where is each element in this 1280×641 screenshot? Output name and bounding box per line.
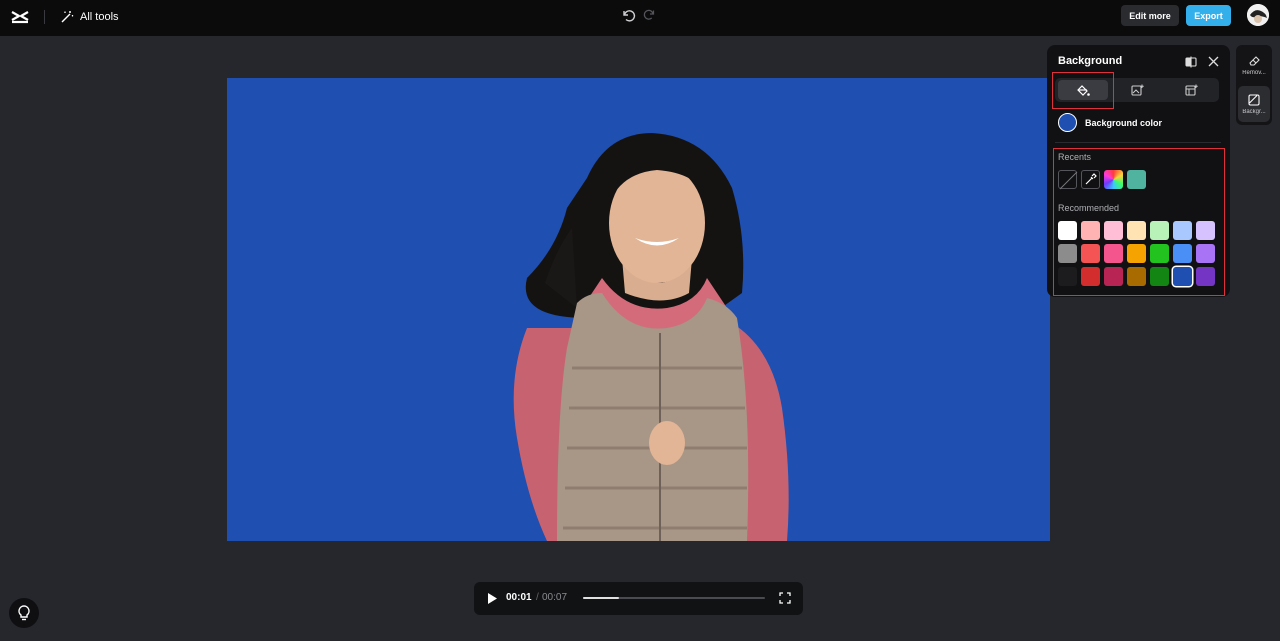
- video-canvas[interactable]: [227, 78, 1050, 541]
- time-separator: /: [536, 592, 539, 603]
- divider: [44, 10, 45, 24]
- avatar[interactable]: [1247, 4, 1269, 26]
- subject-image: [513, 133, 789, 541]
- background-color-row: Background color: [1058, 113, 1162, 132]
- video-player-controls: 00:01 / 00:07: [474, 582, 803, 615]
- divider: [1055, 142, 1221, 143]
- rail-label-remove: Remov...: [1242, 70, 1266, 76]
- progress-fill: [583, 597, 620, 599]
- export-button[interactable]: Export: [1186, 5, 1231, 26]
- background-icon: [1248, 93, 1260, 106]
- all-tools-button[interactable]: All tools: [60, 7, 119, 27]
- background-color-label: Background color: [1085, 117, 1163, 128]
- top-bar: All tools Edit more Export: [0, 0, 1280, 36]
- right-tool-rail: Remov... Backgr...: [1236, 45, 1272, 125]
- image-add-icon: [1130, 84, 1144, 96]
- close-icon[interactable]: [1208, 56, 1219, 67]
- compare-icon[interactable]: [1185, 56, 1197, 68]
- highlight-box: [1052, 72, 1114, 109]
- rail-item-remove[interactable]: Remov...: [1238, 47, 1270, 83]
- highlight-box: [1053, 148, 1225, 296]
- avatar-image-icon: [1247, 4, 1269, 26]
- play-icon[interactable]: [486, 592, 498, 605]
- tab-template[interactable]: [1166, 80, 1216, 100]
- capcut-logo-icon[interactable]: [10, 7, 30, 27]
- total-time: 00:07: [542, 592, 568, 603]
- tab-image[interactable]: [1112, 80, 1162, 100]
- rail-label-background: Backgr...: [1242, 108, 1266, 115]
- magic-wand-icon: [61, 11, 74, 23]
- current-color-swatch[interactable]: [1058, 113, 1077, 132]
- undo-icon[interactable]: [620, 7, 636, 23]
- progress-track[interactable]: [583, 597, 765, 599]
- rail-item-background[interactable]: Backgr...: [1238, 86, 1270, 122]
- lightbulb-icon: [18, 605, 30, 621]
- all-tools-label: All tools: [80, 11, 119, 23]
- tips-button[interactable]: [9, 598, 39, 628]
- panel-title: Background: [1058, 55, 1123, 67]
- current-time: 00:01: [506, 592, 532, 603]
- fullscreen-icon[interactable]: [779, 592, 791, 604]
- redo-icon[interactable]: [643, 7, 657, 21]
- eraser-icon: [1248, 56, 1260, 66]
- template-icon: [1184, 84, 1198, 96]
- edit-more-button[interactable]: Edit more: [1121, 5, 1179, 26]
